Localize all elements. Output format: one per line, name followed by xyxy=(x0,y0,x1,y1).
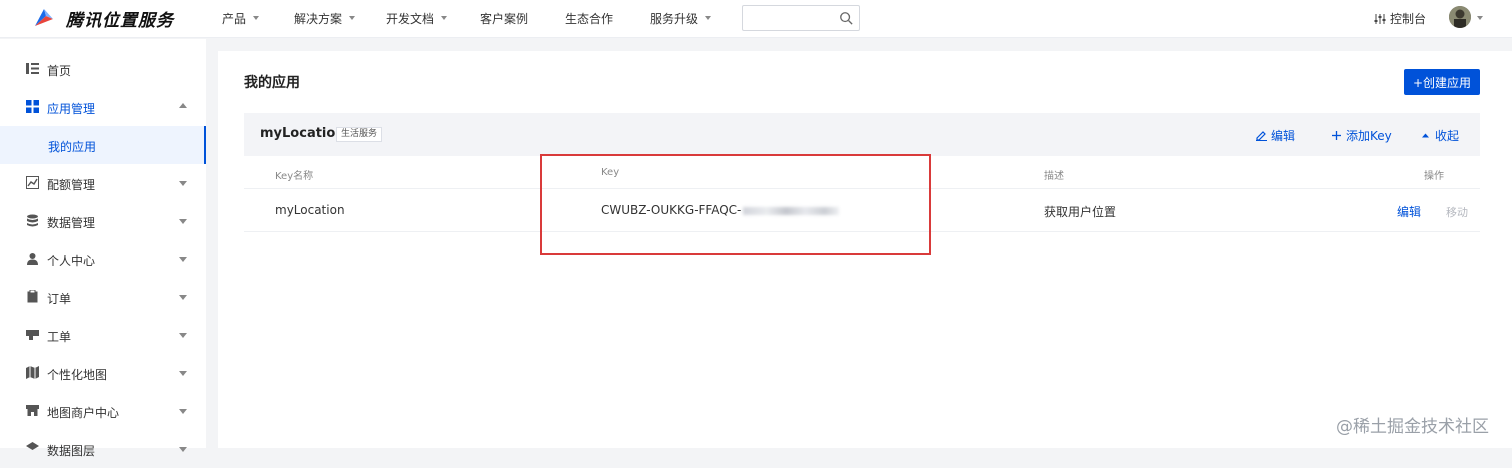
nav-item-docs[interactable]: 开发文档 xyxy=(386,0,480,36)
chart-icon xyxy=(26,176,39,189)
ticket-icon xyxy=(26,330,39,340)
sidebar-item-tickets[interactable]: 工单 xyxy=(0,316,206,354)
add-key-button[interactable]: 添加Key xyxy=(1331,127,1392,144)
sidebar-item-home[interactable]: 首页 xyxy=(0,50,206,88)
console-link[interactable]: 控制台 xyxy=(1374,10,1426,27)
nav-item-solutions[interactable]: 解决方案 xyxy=(294,0,386,36)
edit-label: 编辑 xyxy=(1271,129,1296,143)
sidebar-item-profile[interactable]: 个人中心 xyxy=(0,240,206,278)
nav-item-upgrade[interactable]: 服务升级 xyxy=(650,0,742,36)
sidebar-item-label: 配额管理 xyxy=(47,178,96,192)
chevron-down-icon xyxy=(179,295,187,300)
sidebar-item-orders[interactable]: 订单 xyxy=(0,278,206,316)
store-icon xyxy=(26,405,39,416)
chevron-down-icon xyxy=(253,16,260,20)
sidebar-item-label: 数据图层 xyxy=(47,444,96,458)
sidebar-item-custom-map[interactable]: 个性化地图 xyxy=(0,354,206,392)
console-label: 控制台 xyxy=(1390,12,1427,26)
sidebar-item-data[interactable]: 数据管理 xyxy=(0,202,206,240)
main-nav: 产品 解决方案 开发文档 客户案例 生态合作 服务升级 xyxy=(222,0,742,36)
row-edit-link[interactable]: 编辑 xyxy=(1397,203,1421,220)
sidebar-item-label: 数据管理 xyxy=(47,216,96,230)
user-avatar-icon xyxy=(1449,6,1471,28)
app-name: myLocation xyxy=(260,126,345,141)
create-app-button[interactable]: +创建应用 xyxy=(1404,69,1480,95)
key-highlight-box xyxy=(540,154,931,255)
collapse-button[interactable]: 收起 xyxy=(1420,127,1459,144)
column-header-description: 描述 xyxy=(1044,171,1064,182)
description-cell: 获取用户位置 xyxy=(1044,205,1117,219)
edit-app-button[interactable]: 编辑 xyxy=(1256,127,1295,144)
top-navbar: 腾讯位置服务 产品 解决方案 开发文档 客户案例 生态合作 服务升级 控制台 xyxy=(0,0,1512,38)
watermark: @稀土掘金技术社区 xyxy=(1336,417,1489,437)
chevron-down-icon xyxy=(705,16,712,20)
page-title: 我的应用 xyxy=(244,75,300,91)
sidebar-item-data-layer[interactable]: 数据图层 xyxy=(0,430,206,468)
chevron-up-icon xyxy=(179,103,187,108)
sliders-icon xyxy=(1374,13,1386,24)
chevron-down-icon xyxy=(179,181,187,186)
caret-up-icon xyxy=(1422,133,1429,138)
sidebar-item-label: 我的应用 xyxy=(48,140,97,154)
nav-item-products[interactable]: 产品 xyxy=(222,0,294,36)
nav-label: 产品 xyxy=(222,11,247,26)
sidebar-item-label: 个性化地图 xyxy=(47,368,108,382)
nav-label: 服务升级 xyxy=(650,11,699,26)
collapse-label: 收起 xyxy=(1435,129,1460,143)
grid-icon xyxy=(26,100,39,113)
nav-label: 客户案例 xyxy=(480,11,529,26)
chevron-down-icon xyxy=(179,371,187,376)
sidebar: 首页 应用管理 我的应用 配额管理 数据管理 个人中心 订单 工单 个性化地图 xyxy=(0,39,206,458)
app-card-header: myLocation 生活服务 编辑 添加Key 收起 xyxy=(244,113,1480,156)
nav-label: 解决方案 xyxy=(294,11,343,26)
brand-logo[interactable]: 腾讯位置服务 xyxy=(32,5,174,31)
sidebar-item-label: 个人中心 xyxy=(47,254,96,268)
add-key-label: 添加Key xyxy=(1346,129,1392,143)
layer-icon xyxy=(26,442,39,450)
user-icon xyxy=(27,253,38,265)
chevron-down-icon xyxy=(349,16,356,20)
chevron-down-icon xyxy=(179,257,187,262)
app-category-tag: 生活服务 xyxy=(336,127,383,142)
key-name-cell: myLocation xyxy=(275,203,345,217)
clipboard-icon xyxy=(27,290,38,303)
map-style-icon xyxy=(26,366,39,379)
sidebar-item-label: 首页 xyxy=(47,64,72,78)
sidebar-item-label: 应用管理 xyxy=(47,102,96,116)
sidebar-subitem-my-apps[interactable]: 我的应用 xyxy=(0,126,206,164)
chevron-down-icon xyxy=(179,333,187,338)
search-box xyxy=(742,5,860,31)
chevron-down-icon xyxy=(179,409,187,414)
sidebar-item-label: 订单 xyxy=(47,292,72,306)
database-icon xyxy=(27,214,38,227)
column-header-operations: 操作 xyxy=(1424,171,1444,182)
sidebar-item-app-management[interactable]: 应用管理 xyxy=(0,88,206,126)
sidebar-item-label: 地图商户中心 xyxy=(47,406,120,420)
sidebar-item-merchant-center[interactable]: 地图商户中心 xyxy=(0,392,206,430)
edit-icon xyxy=(1256,131,1267,141)
search-icon[interactable] xyxy=(839,11,853,25)
chevron-down-icon xyxy=(441,16,448,20)
tencent-map-logo-icon xyxy=(35,9,53,26)
chevron-down-icon xyxy=(179,219,187,224)
list-icon xyxy=(26,63,39,74)
avatar[interactable] xyxy=(1449,6,1471,28)
row-move-link[interactable]: 移动 xyxy=(1446,204,1468,220)
chevron-down-icon[interactable] xyxy=(1477,16,1483,20)
search-input[interactable] xyxy=(749,6,839,30)
nav-label: 开发文档 xyxy=(386,11,435,26)
sidebar-item-quota[interactable]: 配额管理 xyxy=(0,164,206,202)
nav-item-ecosystem[interactable]: 生态合作 xyxy=(565,0,650,36)
column-header-key-name: Key名称 xyxy=(275,171,314,182)
nav-item-cases[interactable]: 客户案例 xyxy=(480,0,565,36)
brand-name: 腾讯位置服务 xyxy=(66,10,174,31)
sidebar-item-label: 工单 xyxy=(47,330,72,344)
nav-label: 生态合作 xyxy=(565,11,614,26)
plus-icon xyxy=(1332,131,1341,140)
